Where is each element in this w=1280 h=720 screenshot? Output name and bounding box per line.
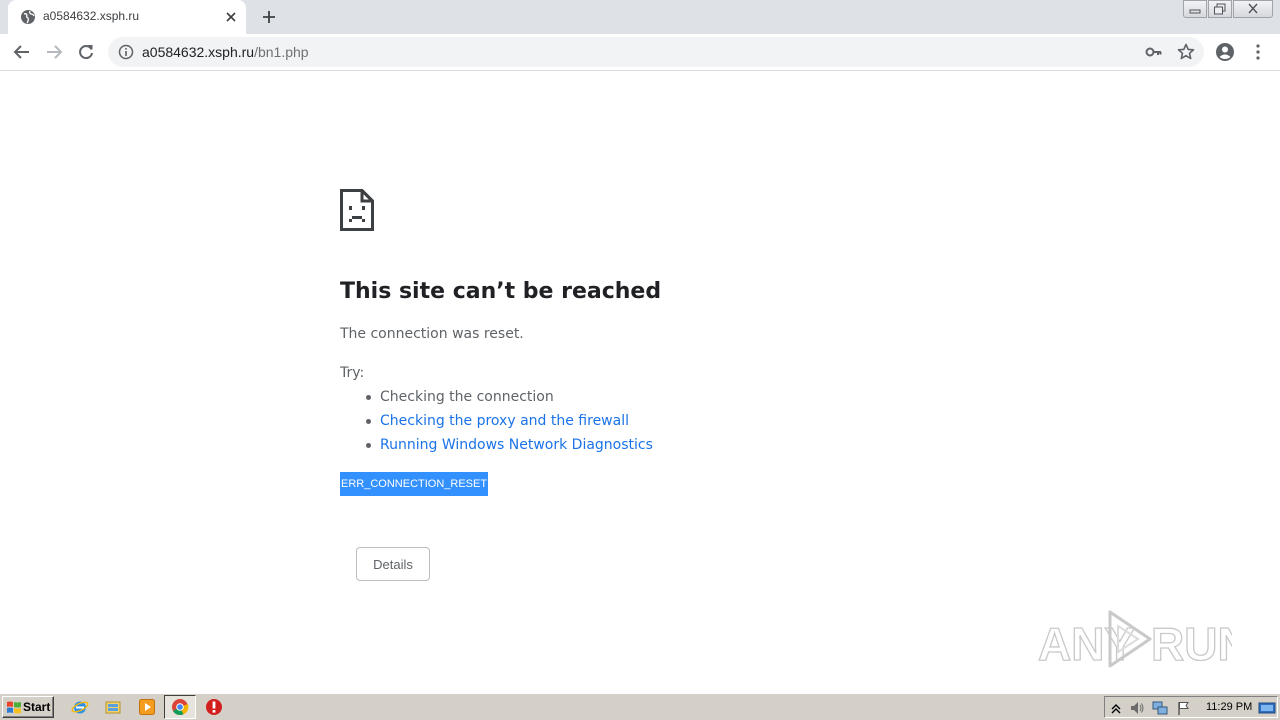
browser-tab[interactable]: a0584632.xsph.ru <box>8 0 246 34</box>
reload-icon[interactable] <box>76 42 96 62</box>
volume-icon[interactable] <box>1129 700 1145 716</box>
info-icon[interactable] <box>118 44 134 60</box>
restore-button[interactable] <box>1208 0 1232 18</box>
tab-title: a0584632.xsph.ru <box>43 9 140 23</box>
minimize-button[interactable] <box>1183 0 1207 18</box>
restore-icon <box>1214 3 1226 15</box>
error-title: This site can’t be reached <box>340 279 662 304</box>
suggestions-list: Checking the connection Checking the pro… <box>366 389 653 461</box>
forward-icon[interactable] <box>44 42 64 62</box>
url-text[interactable]: a0584632.xsph.ru/bn1.php <box>142 44 309 60</box>
url-path: /bn1.php <box>254 44 309 60</box>
globe-icon <box>21 10 35 24</box>
menu-kebab-icon[interactable] <box>1248 42 1268 62</box>
system-tray: 11:29 PM <box>1104 696 1278 718</box>
sad-document-icon <box>340 189 374 231</box>
address-bar[interactable]: a0584632.xsph.ru/bn1.php <box>108 37 1204 67</box>
close-tab-icon[interactable] <box>222 8 240 26</box>
show-desktop-icon[interactable] <box>1258 700 1276 716</box>
taskbar: Start 11:29 PM <box>0 693 1280 720</box>
suggestion-check-connection: Checking the connection <box>366 389 653 413</box>
anyrun-watermark: ANY RUN <box>1038 610 1232 671</box>
suggestion-check-proxy-link[interactable]: Checking the proxy and the firewall <box>366 413 653 437</box>
media-player-icon[interactable] <box>138 698 156 716</box>
watermark-text-right: RUN <box>1151 618 1232 670</box>
try-label: Try: <box>340 365 365 381</box>
browser-toolbar: a0584632.xsph.ru/bn1.php <box>0 34 1280 71</box>
network-icon[interactable] <box>1152 700 1168 716</box>
action-center-flag-icon[interactable] <box>1176 700 1192 716</box>
details-button[interactable]: Details <box>356 547 430 581</box>
key-icon[interactable] <box>1144 42 1164 62</box>
start-label: Start <box>23 700 51 714</box>
show-hidden-icons-icon[interactable] <box>1108 700 1124 716</box>
error-message: The connection was reset. <box>340 326 524 342</box>
profile-avatar-icon[interactable] <box>1215 42 1235 62</box>
chrome-icon <box>172 699 189 716</box>
folder-icon[interactable] <box>104 698 122 716</box>
minimize-icon <box>1189 9 1201 14</box>
start-button[interactable]: Start <box>2 696 54 718</box>
windows-logo-icon <box>7 701 21 714</box>
tab-strip: a0584632.xsph.ru <box>0 0 1280 34</box>
error-code: ERR_CONNECTION_RESET <box>340 472 489 496</box>
internet-explorer-icon[interactable] <box>71 698 89 716</box>
new-tab-icon[interactable] <box>259 7 279 27</box>
chrome-taskbar-button[interactable] <box>164 695 196 719</box>
url-host: a0584632.xsph.ru <box>142 44 255 60</box>
clock[interactable]: 11:29 PM <box>1206 701 1252 713</box>
suggestion-network-diagnostics-link[interactable]: Running Windows Network Diagnostics <box>366 437 653 461</box>
close-window-icon <box>1248 3 1258 14</box>
antivirus-icon[interactable] <box>205 698 223 716</box>
watermark-text-left: ANY <box>1038 618 1135 670</box>
bookmark-star-icon[interactable] <box>1176 42 1196 62</box>
close-window-button[interactable] <box>1233 0 1273 18</box>
back-icon[interactable] <box>12 42 32 62</box>
